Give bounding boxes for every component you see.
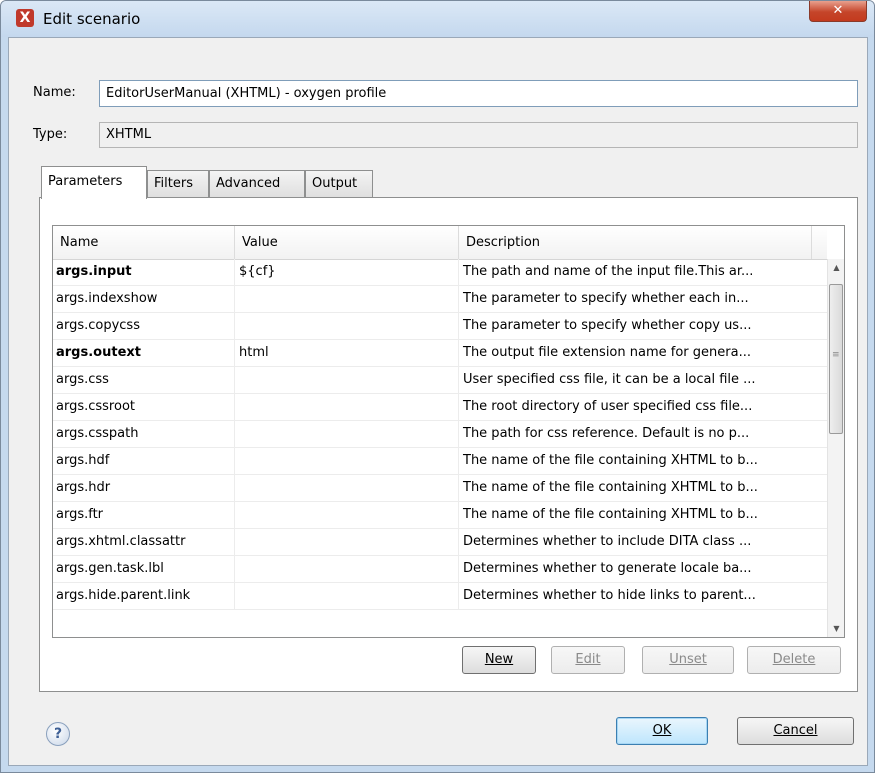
tab-filters[interactable]: Filters <box>147 170 209 198</box>
vertical-scrollbar[interactable]: ▲ ≡ ▼ <box>827 259 844 637</box>
param-value <box>235 529 459 555</box>
type-label: Type: <box>33 127 68 142</box>
param-value <box>235 502 459 528</box>
param-value <box>235 583 459 609</box>
new-button-label: New <box>484 652 514 667</box>
param-description: The name of the file containing XHTML to… <box>463 507 758 522</box>
param-value <box>235 394 459 420</box>
table-rows: args.input ${cf} The path and name of the … <box>53 259 827 610</box>
cancel-button[interactable]: Cancel <box>737 717 854 745</box>
param-description: Determines whether to include DITA class… <box>463 534 752 549</box>
param-description: The path and name of the input file.This… <box>463 264 754 279</box>
table-row[interactable]: args.input ${cf} The path and name of the … <box>53 259 827 286</box>
param-name: args.input <box>53 259 235 285</box>
cancel-button-label: Cancel <box>773 723 818 738</box>
window-title: Edit scenario <box>43 10 141 28</box>
param-value <box>235 313 459 339</box>
unset-button[interactable]: Unset <box>642 646 734 674</box>
scrollbar-thumb[interactable]: ≡ <box>829 284 843 434</box>
close-button[interactable]: ✕ <box>809 1 867 22</box>
column-header-name[interactable]: Name <box>53 226 235 259</box>
ok-button-label: OK <box>652 723 672 738</box>
param-name: args.ftr <box>53 502 235 528</box>
table-row[interactable]: args.outext html The output file extension… <box>53 340 827 367</box>
table-row[interactable]: args.hdf The name of the file containing … <box>53 448 827 475</box>
param-description: The parameter to specify whether each in… <box>463 291 749 306</box>
param-description: The output file extension name for gener… <box>463 345 751 360</box>
name-label: Name: <box>33 85 76 100</box>
param-name: args.indexshow <box>53 286 235 312</box>
table-row[interactable]: args.hide.parent.link Determines whether … <box>53 583 827 610</box>
param-value: html <box>235 340 459 366</box>
table-row[interactable]: args.cssroot The root directory of user s… <box>53 394 827 421</box>
param-name: args.hdr <box>53 475 235 501</box>
table-row[interactable]: args.csspath The path for css reference. … <box>53 421 827 448</box>
param-description: The parameter to specify whether copy us… <box>463 318 752 333</box>
param-value <box>235 475 459 501</box>
parameters-panel: Name Value Description args.input ${cf} Th… <box>39 197 858 692</box>
new-button[interactable]: New <box>462 646 536 674</box>
close-icon: ✕ <box>832 3 844 18</box>
table-row[interactable]: args.css User specified css file, it can … <box>53 367 827 394</box>
table-header: Name Value Description <box>53 226 827 260</box>
name-field[interactable] <box>99 80 858 107</box>
scroll-down-arrow-icon[interactable]: ▼ <box>828 620 844 637</box>
param-value <box>235 448 459 474</box>
param-description: Determines whether to generate locale ba… <box>463 561 752 576</box>
param-value <box>235 286 459 312</box>
app-logo-icon: X <box>16 9 34 27</box>
param-name: args.cssroot <box>53 394 235 420</box>
tab-output[interactable]: Output <box>305 170 373 198</box>
table-row[interactable]: args.ftr The name of the file containing … <box>53 502 827 529</box>
param-value <box>235 421 459 447</box>
param-name: args.hdf <box>53 448 235 474</box>
param-description: The name of the file containing XHTML to… <box>463 453 758 468</box>
param-name: args.xhtml.classattr <box>53 529 235 555</box>
param-value <box>235 367 459 393</box>
column-header-value[interactable]: Value <box>235 226 459 259</box>
delete-button[interactable]: Delete <box>747 646 841 674</box>
column-header-description[interactable]: Description <box>459 226 812 259</box>
edit-button[interactable]: Edit <box>551 646 625 674</box>
param-description: Determines whether to hide links to pare… <box>463 588 756 603</box>
tab-parameters[interactable]: Parameters <box>41 166 147 199</box>
param-description: The root directory of user specified css… <box>463 399 753 414</box>
edit-button-label: Edit <box>575 652 601 667</box>
tab-advanced[interactable]: Advanced <box>209 170 305 198</box>
param-name: args.css <box>53 367 235 393</box>
table-row[interactable]: args.xhtml.classattr Determines whether t… <box>53 529 827 556</box>
param-name: args.hide.parent.link <box>53 583 235 609</box>
delete-button-label: Delete <box>772 652 816 667</box>
param-value <box>235 556 459 582</box>
ok-button[interactable]: OK <box>616 717 708 745</box>
param-name: args.copycss <box>53 313 235 339</box>
table-row[interactable]: args.indexshow The parameter to specify w… <box>53 286 827 313</box>
dialog-body: Name: Type: XHTML Parameters Filters Adv… <box>8 37 868 766</box>
type-field: XHTML <box>99 122 858 148</box>
edit-scenario-window: X Edit scenario ✕ Name: Type: XHTML Para… <box>0 0 875 773</box>
param-description: User specified css file, it can be a loc… <box>463 372 756 387</box>
grip-icon: ≡ <box>832 350 840 360</box>
table-row[interactable]: args.hdr The name of the file containing … <box>53 475 827 502</box>
help-icon[interactable]: ? <box>46 722 70 746</box>
param-name: args.outext <box>53 340 235 366</box>
title-bar: X Edit scenario ✕ <box>1 1 874 37</box>
table-row[interactable]: args.copycss The parameter to specify whe… <box>53 313 827 340</box>
param-description: The path for css reference. Default is n… <box>463 426 750 441</box>
table-row[interactable]: args.gen.task.lbl Determines whether to g… <box>53 556 827 583</box>
scroll-up-arrow-icon[interactable]: ▲ <box>828 259 844 276</box>
param-description: The name of the file containing XHTML to… <box>463 480 758 495</box>
param-name: args.gen.task.lbl <box>53 556 235 582</box>
unset-button-label: Unset <box>669 652 707 667</box>
parameters-table: Name Value Description args.input ${cf} Th… <box>52 225 845 638</box>
param-name: args.csspath <box>53 421 235 447</box>
param-value: ${cf} <box>235 259 459 285</box>
